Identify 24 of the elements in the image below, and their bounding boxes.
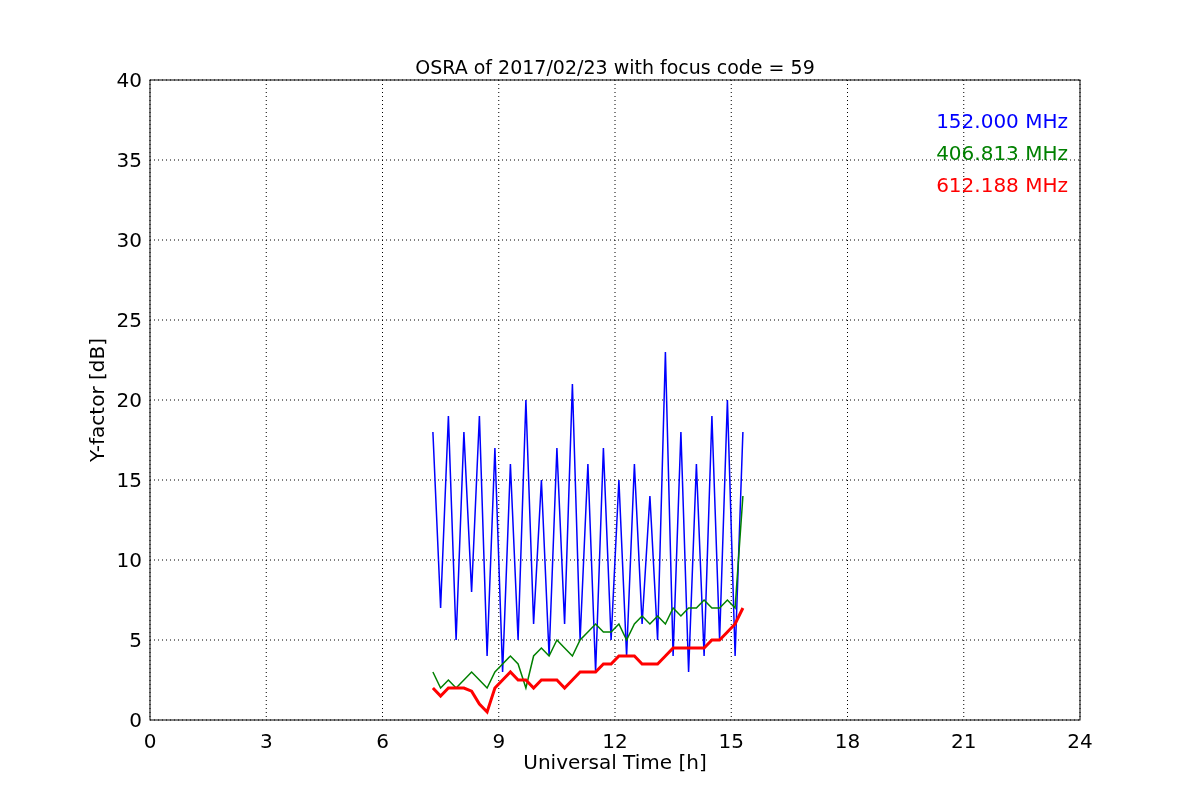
y-tick-label: 40 [116, 68, 142, 92]
y-axis-label: Y-factor [dB] [85, 338, 109, 462]
x-tick-label: 9 [492, 729, 506, 753]
x-tick-label: 12 [602, 729, 628, 753]
y-tick-label: 30 [116, 228, 142, 252]
x-tick-label: 15 [718, 729, 744, 753]
x-tick-label: 18 [834, 729, 861, 753]
x-tick-label: 6 [376, 729, 389, 753]
y-tick-label: 25 [116, 308, 142, 332]
series-label: 152.000 MHz [936, 109, 1068, 133]
series-label: 612.188 MHz [936, 173, 1068, 197]
y-tick-label: 20 [116, 388, 142, 412]
y-tick-label: 5 [129, 628, 142, 652]
x-axis-label: Universal Time [h] [523, 750, 707, 774]
y-tick-label: 15 [116, 468, 142, 492]
y-tick-label: 35 [116, 148, 142, 172]
x-tick-label: 21 [951, 729, 977, 753]
chart-title: OSRA of 2017/02/23 with focus code = 59 [415, 56, 815, 78]
series-label: 406.813 MHz [936, 141, 1068, 165]
x-tick-label: 24 [1067, 729, 1093, 753]
x-tick-label: 0 [143, 729, 157, 753]
y-tick-label: 0 [129, 708, 142, 732]
y-tick-label: 10 [116, 548, 142, 572]
x-tick-label: 3 [259, 729, 273, 753]
